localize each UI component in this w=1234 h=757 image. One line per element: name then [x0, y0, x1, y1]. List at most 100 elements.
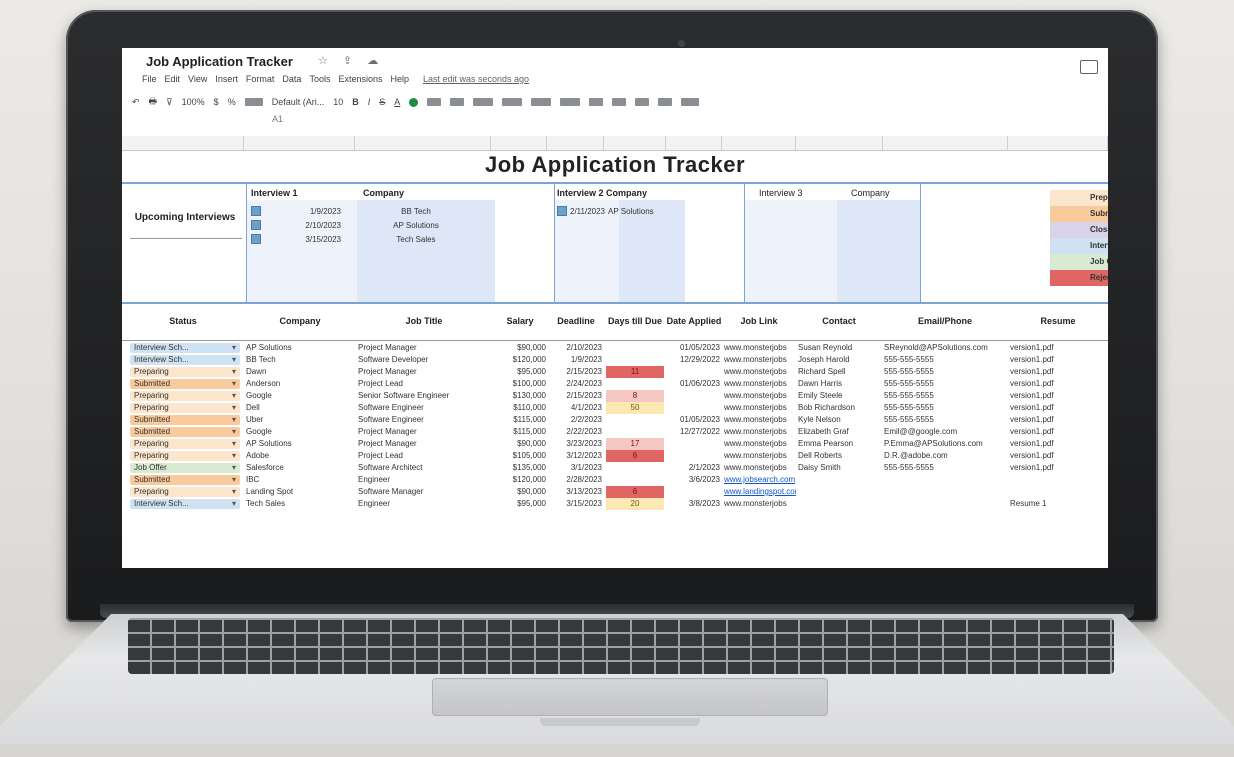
due-cell[interactable]: 17 [606, 438, 664, 450]
title-cell[interactable]: Engineer [356, 498, 492, 510]
resume-cell[interactable]: version1.pdf [1008, 462, 1108, 474]
column-header[interactable]: Salary [492, 302, 548, 340]
email-cell[interactable]: 555-555-5555 [882, 366, 1008, 378]
contact-cell[interactable]: Dawn Harris [796, 378, 882, 390]
table-row[interactable]: Interview Sch... ▾ BB Tech Software Develop… [122, 354, 1108, 366]
deadline-cell[interactable]: 3/15/2023 [548, 498, 604, 510]
italic-icon[interactable]: I [368, 97, 371, 107]
deadline-cell[interactable]: 4/1/2023 [548, 402, 604, 414]
applied-cell[interactable] [666, 390, 722, 402]
link-cell[interactable]: www.monsterjobs [722, 402, 796, 414]
checkbox[interactable] [557, 206, 567, 216]
due-cell[interactable]: 6 [606, 486, 664, 498]
table-row[interactable]: Submitted ▾ IBC Engineer $120,000 2/28/2023 3/… [122, 474, 1108, 486]
dropdown-arrow-icon[interactable]: ▾ [232, 391, 236, 401]
company-cell[interactable]: Uber [244, 414, 356, 426]
company-cell[interactable]: AP Solutions [244, 342, 356, 354]
resume-cell[interactable]: version1.pdf [1008, 438, 1108, 450]
table-row[interactable]: Submitted ▾ Anderson Project Lead $100,000 2/… [122, 378, 1108, 390]
company-cell[interactable]: Landing Spot [244, 486, 356, 498]
title-cell[interactable]: Software Developer [356, 354, 492, 366]
link-cell[interactable]: www.monsterjobs [722, 378, 796, 390]
email-cell[interactable]: D.R.@adobe.com [882, 450, 1008, 462]
menu-tools[interactable]: Tools [309, 74, 330, 84]
title-cell[interactable]: Senior Software Engineer [356, 390, 492, 402]
cell-reference[interactable]: A1 [132, 114, 283, 124]
company-cell[interactable]: IBC [244, 474, 356, 486]
table-row[interactable]: Preparing ▾ Dell Software Engineer $110,000 4… [122, 402, 1108, 414]
salary-cell[interactable]: $90,000 [492, 486, 548, 498]
table-row[interactable]: Submitted ▾ Google Project Manager $115,000 2… [122, 426, 1108, 438]
column-header[interactable]: Email/Phone [882, 302, 1008, 340]
valign-icon[interactable] [502, 98, 523, 106]
dropdown-arrow-icon[interactable]: ▾ [232, 463, 236, 473]
contact-cell[interactable]: Emily Steele [796, 390, 882, 402]
link-cell[interactable]: www.monsterjobs [722, 450, 796, 462]
menu-file[interactable]: File [142, 74, 157, 84]
salary-cell[interactable]: $95,000 [492, 498, 548, 510]
table-row[interactable]: Job Offer ▾ Salesforce Software Architect $1… [122, 462, 1108, 474]
table-row[interactable]: Preparing ▾ AP Solutions Project Manager $90… [122, 438, 1108, 450]
column-header[interactable]: Status [122, 302, 244, 340]
interview-row[interactable]: 1/9/2023 BB Tech [251, 206, 491, 216]
salary-cell[interactable]: $100,000 [492, 378, 548, 390]
resume-cell[interactable]: version1.pdf [1008, 342, 1108, 354]
title-cell[interactable]: Project Manager [356, 426, 492, 438]
star-move-cloud-icons[interactable]: ☆ ⇪ ☁ [318, 54, 384, 67]
resume-cell[interactable]: version1.pdf [1008, 390, 1108, 402]
due-cell[interactable]: 20 [606, 498, 664, 510]
column-header[interactable]: Deadline [548, 302, 604, 340]
dropdown-arrow-icon[interactable]: ▾ [232, 439, 236, 449]
link-cell[interactable]: www.monsterjobs [722, 462, 796, 474]
link-cell[interactable]: www.monsterjobs [722, 354, 796, 366]
resume-cell[interactable]: version1.pdf [1008, 402, 1108, 414]
applied-cell[interactable]: 3/8/2023 [666, 498, 722, 510]
font-select[interactable]: Default (Ari... [272, 97, 325, 107]
interview-1-header[interactable]: Interview 1 [251, 188, 298, 198]
email-cell[interactable] [882, 498, 1008, 510]
email-cell[interactable]: 555-555-5555 [882, 462, 1008, 474]
applied-cell[interactable]: 2/1/2023 [666, 462, 722, 474]
link-icon[interactable] [589, 98, 604, 106]
status-dropdown[interactable]: Preparing ▾ [130, 451, 240, 461]
deadline-cell[interactable]: 2/15/2023 [548, 366, 604, 378]
applied-cell[interactable]: 01/05/2023 [666, 414, 722, 426]
col-d[interactable] [491, 136, 548, 150]
email-cell[interactable]: 555-555-5555 [882, 378, 1008, 390]
col-k[interactable] [1008, 136, 1108, 150]
formula-bar[interactable]: A1 [132, 114, 1098, 128]
checkbox[interactable] [251, 220, 261, 230]
dropdown-arrow-icon[interactable]: ▾ [232, 355, 236, 365]
font-size-input[interactable]: 10 [333, 97, 343, 107]
salary-cell[interactable]: $115,000 [492, 414, 548, 426]
col-a[interactable] [122, 136, 244, 150]
status-dropdown[interactable]: Job Offer ▾ [130, 463, 240, 473]
company-cell[interactable]: Anderson [244, 378, 356, 390]
strikethrough-icon[interactable]: S [379, 97, 385, 107]
due-cell[interactable] [606, 354, 664, 366]
menu-data[interactable]: Data [282, 74, 301, 84]
applied-cell[interactable]: 12/27/2022 [666, 426, 722, 438]
dropdown-arrow-icon[interactable]: ▾ [232, 343, 236, 353]
last-edit-link[interactable]: Last edit was seconds ago [423, 74, 529, 84]
column-header[interactable]: Job Link [722, 302, 796, 340]
deadline-cell[interactable]: 2/2/2023 [548, 414, 604, 426]
column-header[interactable]: Company [244, 302, 356, 340]
resume-cell[interactable]: version1.pdf [1008, 354, 1108, 366]
email-cell[interactable]: Emil@@google.com [882, 426, 1008, 438]
resume-cell[interactable]: version1.pdf [1008, 426, 1108, 438]
company-cell[interactable]: Dell [244, 402, 356, 414]
deadline-cell[interactable]: 2/28/2023 [548, 474, 604, 486]
fill-color-icon[interactable] [409, 97, 419, 107]
col-e[interactable] [547, 136, 604, 150]
status-dropdown[interactable]: Interview Sch... ▾ [130, 499, 240, 509]
column-header[interactable]: Days till Due [604, 302, 666, 340]
column-header[interactable]: Contact [796, 302, 882, 340]
due-cell[interactable] [606, 474, 664, 486]
due-cell[interactable]: 50 [606, 402, 664, 414]
dropdown-arrow-icon[interactable]: ▾ [232, 367, 236, 377]
decimal-buttons[interactable] [244, 98, 263, 106]
applied-cell[interactable]: 3/6/2023 [666, 474, 722, 486]
contact-cell[interactable] [796, 486, 882, 498]
resume-cell[interactable]: version1.pdf [1008, 378, 1108, 390]
